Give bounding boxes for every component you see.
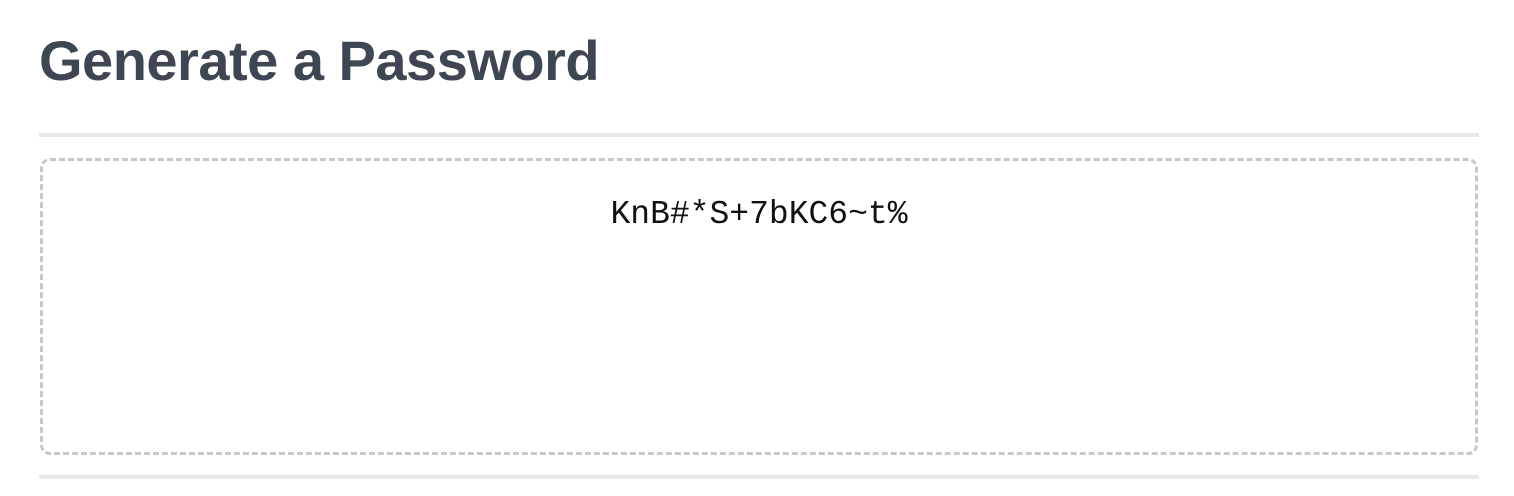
password-output-textarea[interactable]: KnB#*S+7bKC6~t% bbox=[40, 158, 1478, 455]
top-divider bbox=[39, 133, 1479, 137]
page-title: Generate a Password bbox=[39, 29, 600, 92]
bottom-divider bbox=[39, 475, 1479, 479]
